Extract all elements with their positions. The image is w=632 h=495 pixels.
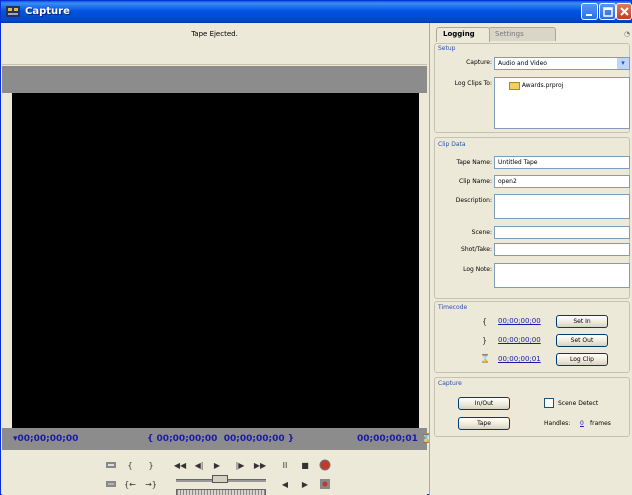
tape-name-input[interactable]: Untitled Tape [494, 156, 630, 169]
scene-input[interactable] [494, 226, 630, 239]
clip-name-label: Clip Name: [459, 178, 492, 185]
frames-label: frames [590, 420, 611, 427]
maximize-button[interactable] [599, 3, 616, 20]
chevron-down-icon: ▾ [617, 58, 629, 69]
set-out-button[interactable]: Set Out [556, 334, 608, 347]
clip-name-input[interactable]: open2 [494, 175, 630, 188]
app-icon [6, 6, 20, 17]
panel-tabs: Logging Settings ◔ [430, 27, 632, 42]
title-bar[interactable]: Capture [1, 1, 632, 23]
tape-button[interactable]: Tape [458, 417, 510, 430]
status-text: Tape Ejected. [191, 30, 238, 38]
log-clips-to-label: Log Clips To: [454, 80, 492, 87]
scene-search-icon [320, 479, 330, 489]
minimize-icon [586, 14, 592, 16]
step-back-button[interactable]: ◀| [191, 460, 207, 472]
scene-detect-checkbox[interactable] [544, 398, 554, 408]
out-timecode[interactable]: 00;00;00;00 } [224, 434, 294, 444]
handles-value[interactable]: 0 [580, 420, 584, 427]
description-label: Description: [455, 197, 492, 204]
setup-title: Setup [438, 45, 456, 52]
capture-window: Capture Tape Ejected. ▾00;00;00;00 { 00;… [0, 0, 632, 495]
capture-label: Capture: [466, 59, 492, 66]
duration-timecode: 00;00;00;01 ⌛ [357, 434, 433, 444]
shuttle-slider-thumb[interactable] [212, 475, 228, 483]
scene-label: Scene: [471, 229, 492, 236]
scene-detect-label: Scene Detect [558, 400, 599, 407]
set-in-marker-icon[interactable] [104, 460, 118, 472]
capture-title: Capture [438, 380, 462, 387]
project-item[interactable]: Awards.prproj [509, 80, 563, 91]
rewind-button[interactable]: ◀◀ [172, 460, 188, 472]
tape-name-label: Tape Name: [456, 159, 492, 166]
monitor-top-band [2, 66, 427, 93]
set-in-button[interactable]: { [125, 460, 135, 472]
logging-panel: Logging Settings ◔ Setup Capture: Audio … [429, 23, 632, 495]
capture-select[interactable]: Audio and Video ▾ [494, 57, 630, 70]
timecode-in-value[interactable]: 00;00;00;00 [498, 317, 541, 325]
capture-monitor: Tape Ejected. ▾00;00;00;00 { 00;00;00;00… [2, 23, 432, 495]
timecode-out-value[interactable]: 00;00;00;00 [498, 336, 541, 344]
goto-out-button[interactable]: →} [143, 479, 159, 491]
close-icon [620, 7, 629, 16]
shot-take-input[interactable] [494, 243, 630, 256]
status-area: Tape Ejected. [2, 23, 427, 65]
in-bracket-icon: { [482, 317, 488, 326]
goto-in-button[interactable]: {← [122, 479, 138, 491]
clip-data-title: Clip Data [438, 141, 466, 148]
duration-icon: ⌛ [480, 354, 490, 363]
pause-button[interactable]: II [279, 460, 291, 472]
in-out-button[interactable]: In/Out [458, 397, 510, 410]
timecode-title: Timecode [438, 304, 468, 311]
stop-button[interactable]: ■ [299, 460, 311, 472]
tab-settings[interactable]: Settings [488, 27, 556, 41]
in-timecode[interactable]: { 00;00;00;00 [147, 434, 217, 444]
goto-marker-icon[interactable] [104, 479, 118, 491]
record-icon [319, 459, 331, 471]
set-in-button[interactable]: Set In [556, 315, 608, 328]
log-note-input[interactable] [494, 263, 630, 288]
timecode-duration-value[interactable]: 00;00;00;01 [498, 355, 541, 363]
minimize-button[interactable] [581, 3, 598, 20]
current-timecode[interactable]: ▾00;00;00;00 [13, 434, 78, 444]
video-preview [12, 93, 419, 428]
close-button[interactable] [616, 3, 632, 20]
maximize-icon [603, 7, 613, 17]
log-clips-to-list[interactable]: Awards.prproj [494, 77, 630, 129]
tab-logging[interactable]: Logging [436, 27, 490, 42]
record-button[interactable] [318, 459, 332, 471]
fast-forward-button[interactable]: ▶▶ [251, 460, 269, 472]
scene-search-button[interactable] [318, 478, 332, 490]
window-title: Capture [25, 6, 70, 17]
out-bracket-icon: } [482, 336, 488, 345]
shuttle-left-button[interactable]: ◀ [279, 479, 291, 491]
handles-label: Handles: [544, 420, 571, 427]
jog-wheel[interactable] [176, 489, 266, 495]
folder-icon [509, 81, 520, 90]
shot-take-label: Shot/Take: [461, 246, 492, 253]
log-note-label: Log Note: [463, 266, 492, 273]
play-button[interactable]: ▶ [211, 460, 223, 472]
in-out-timecode: { 00;00;00;00 00;00;00;00 } [147, 434, 294, 444]
set-out-button[interactable]: } [146, 460, 156, 472]
shuttle-right-button[interactable]: ▶ [299, 479, 311, 491]
log-clip-button[interactable]: Log Clip [556, 353, 608, 366]
step-forward-button[interactable]: |▶ [232, 460, 248, 472]
description-input[interactable] [494, 194, 630, 219]
panel-menu-icon[interactable]: ◔ [624, 30, 630, 38]
